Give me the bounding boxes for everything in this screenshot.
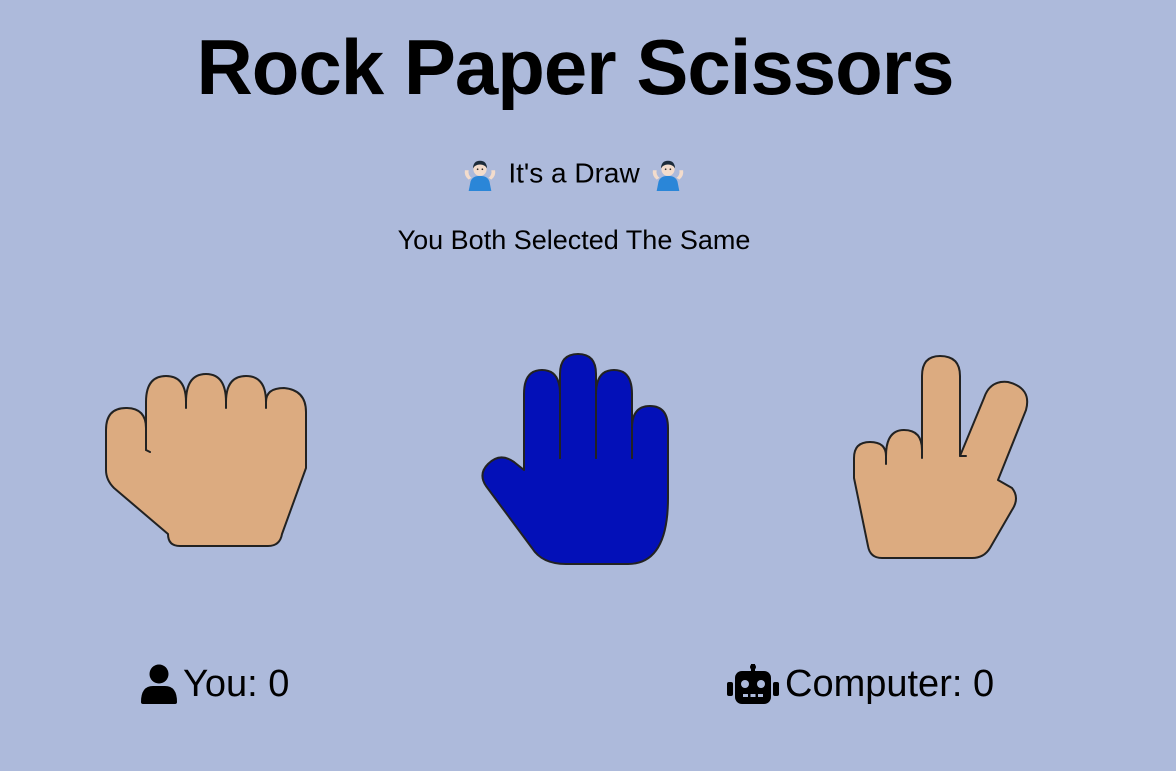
result-text: It's a Draw bbox=[508, 157, 640, 189]
result-message: It's a Draw bbox=[0, 154, 1148, 192]
person-shrugging-icon bbox=[463, 157, 497, 191]
hand-fist-icon bbox=[105, 373, 307, 547]
hand-peace-icon bbox=[853, 355, 1029, 559]
player-score-text: You: 0 bbox=[183, 662, 290, 705]
scissors-button[interactable] bbox=[848, 352, 1034, 562]
person-shrugging-icon bbox=[651, 157, 685, 191]
computer-score: Computer: 0 bbox=[727, 656, 994, 710]
paper-button[interactable] bbox=[476, 348, 672, 570]
result-detail: You Both Selected The Same bbox=[397, 225, 751, 255]
page-title: Rock Paper Scissors bbox=[196, 23, 954, 111]
player-score: You: 0 bbox=[141, 656, 289, 710]
computer-score-text: Computer: 0 bbox=[785, 662, 995, 705]
hand-open-icon bbox=[481, 353, 669, 565]
user-icon bbox=[141, 664, 177, 704]
rock-button[interactable] bbox=[100, 366, 310, 552]
robot-icon bbox=[727, 663, 779, 704]
